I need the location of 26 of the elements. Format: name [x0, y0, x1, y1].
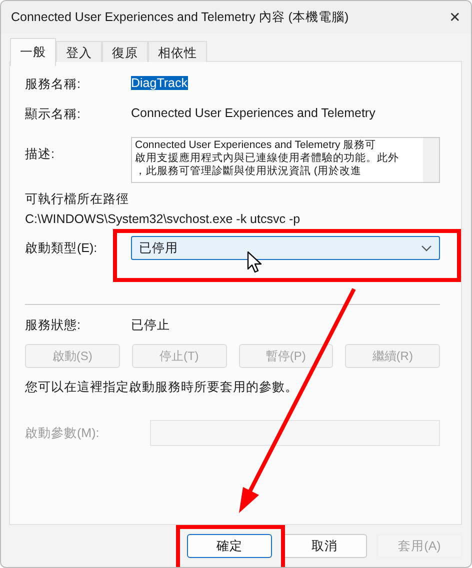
tab[interactable]: 相依性	[148, 41, 207, 62]
field-label: 服務狀態:	[25, 317, 82, 334]
window-title: Connected User Experiences and Telemetry 內容 (本機電腦)	[11, 8, 349, 26]
chevron-down-icon	[421, 244, 432, 252]
field-label: 服務名稱:	[25, 76, 82, 93]
field-label: 啟動參數(M):	[25, 424, 100, 442]
status-value: 已停止	[131, 317, 170, 334]
close-button[interactable]: ✕	[449, 9, 461, 25]
dialog-button[interactable]: 取消	[282, 534, 367, 558]
tab[interactable]: 登入	[56, 41, 102, 62]
scrollbar[interactable]	[423, 138, 439, 182]
startup-type-dropdown[interactable]: 已停用	[131, 236, 440, 260]
mouse-cursor-icon	[247, 251, 263, 273]
display-name-value: Connected User Experiences and Telemetry	[131, 106, 376, 120]
field-label: 描述:	[25, 146, 56, 163]
tab[interactable]: 復原	[102, 41, 148, 62]
parameters-field[interactable]	[150, 420, 440, 446]
field-label: 可執行檔所在路徑	[25, 191, 130, 208]
field-label: 顯示名稱:	[25, 106, 82, 123]
field-label: 啟動類型(E):	[25, 240, 98, 256]
hint-text: 您可以在這裡指定啟動服務時所要套用的參數。	[25, 379, 299, 396]
dialog-button[interactable]: 確定	[187, 534, 272, 558]
service-name-value: DiagTrack	[131, 76, 188, 90]
tab[interactable]: 一般	[10, 38, 56, 66]
path-value: C:\WINDOWS\System32\svchost.exe -k utcsvc -p	[25, 212, 302, 226]
description-box[interactable]: Connected User Experiences and Telemetry 服務可 啟用支援應用程式內與已連線使用者體驗的功能。此外 ，此服務可管理診斷與使用狀況資訊 (用於改進	[131, 137, 440, 183]
